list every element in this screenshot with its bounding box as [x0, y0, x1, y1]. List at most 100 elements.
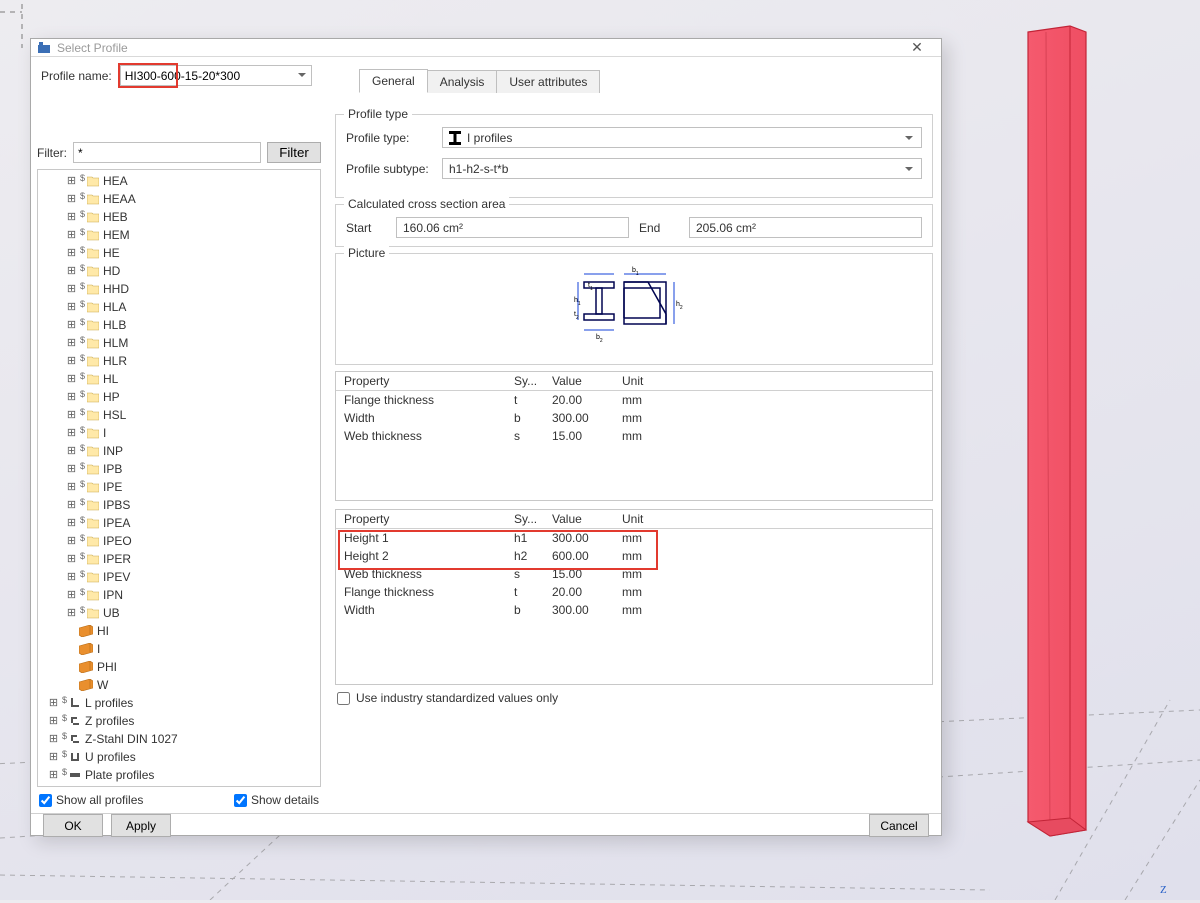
tree-item[interactable]: ⊞$I [38, 424, 320, 442]
expand-icon[interactable]: ⊞ [66, 320, 77, 331]
table-row[interactable]: Widthb300.00mm [336, 601, 932, 619]
table-row[interactable]: Height 2h2600.00mm [336, 547, 932, 565]
filter-button[interactable]: Filter [267, 142, 321, 163]
expand-icon[interactable]: ⊞ [48, 698, 59, 709]
tree-item[interactable]: I [38, 640, 320, 658]
profile-name-combo[interactable] [120, 65, 312, 86]
tree-item[interactable]: ⊞$HL [38, 370, 320, 388]
folder-icon [87, 319, 99, 331]
tree-item[interactable]: ⊞$IPB [38, 460, 320, 478]
tree-item[interactable]: ⊞$HLB [38, 316, 320, 334]
expand-icon[interactable]: ⊞ [66, 500, 77, 511]
tree-item[interactable]: ⊞$HD [38, 262, 320, 280]
table-row[interactable]: Web thicknesss15.00mm [336, 565, 932, 583]
tree-item[interactable]: ⊞$Z-Stahl DIN 1027 [38, 730, 320, 748]
tree-item[interactable]: ⊞$HSL [38, 406, 320, 424]
expand-icon[interactable]: ⊞ [66, 338, 77, 349]
tab-general[interactable]: General [359, 69, 428, 93]
tree-item[interactable]: ⊞$IPER [38, 550, 320, 568]
table-row[interactable]: Web thicknesss15.00mm [336, 427, 932, 445]
close-icon[interactable]: ✕ [899, 39, 935, 56]
expand-icon[interactable]: ⊞ [48, 752, 59, 763]
tree-item[interactable]: ⊞$IPN [38, 586, 320, 604]
expand-icon[interactable]: ⊞ [66, 374, 77, 385]
expand-icon[interactable]: ⊞ [66, 194, 77, 205]
tree-item[interactable]: ⊞$UB [38, 604, 320, 622]
expand-icon[interactable]: ⊞ [66, 230, 77, 241]
expand-icon[interactable]: ⊞ [66, 482, 77, 493]
tree-item[interactable]: ⊞$HEA [38, 172, 320, 190]
tree-item[interactable]: ⊞$L profiles [38, 694, 320, 712]
show-details-checkbox[interactable]: Show details [234, 793, 319, 807]
expand-icon[interactable]: ⊞ [66, 554, 77, 565]
expand-icon[interactable]: ⊞ [66, 284, 77, 295]
tree-item[interactable]: ⊞$IPE [38, 478, 320, 496]
show-details-cb-input[interactable] [234, 794, 247, 807]
tree-item[interactable]: ⊞$IPEA [38, 514, 320, 532]
table-header: PropertySy...ValueUnit [336, 372, 932, 391]
tree-item[interactable]: PHI [38, 658, 320, 676]
table-row[interactable]: Height 1h1300.00mm [336, 529, 932, 547]
ok-button[interactable]: OK [43, 814, 103, 837]
csa-start-label: Start [346, 221, 386, 235]
expand-icon[interactable]: ⊞ [48, 734, 59, 745]
tree-item[interactable]: ⊞$HLA [38, 298, 320, 316]
tree-item[interactable]: ⊞$HLM [38, 334, 320, 352]
tree-item[interactable]: W [38, 676, 320, 694]
tree-item[interactable]: ⊞$HE [38, 244, 320, 262]
show-all-profiles-cb-input[interactable] [39, 794, 52, 807]
tree-item[interactable]: ⊞$Plate profiles [38, 766, 320, 784]
expand-icon[interactable]: ⊞ [48, 770, 59, 781]
expand-icon[interactable]: ⊞ [66, 536, 77, 547]
profile-tree[interactable]: ⊞$HEA⊞$HEAA⊞$HEB⊞$HEM⊞$HE⊞$HD⊞$HHD⊞$HLA⊞… [37, 169, 321, 787]
tree-item[interactable]: ⊞$IPBS [38, 496, 320, 514]
svg-text:b2: b2 [596, 334, 603, 344]
expand-icon[interactable]: ⊞ [48, 716, 59, 727]
tree-item[interactable]: ⊞$HEM [38, 226, 320, 244]
filter-input[interactable] [73, 142, 261, 163]
tree-item[interactable]: ⊞$INP [38, 442, 320, 460]
tree-item[interactable]: ⊞$HEAA [38, 190, 320, 208]
apply-button[interactable]: Apply [111, 814, 171, 837]
expand-icon[interactable]: ⊞ [66, 464, 77, 475]
expand-icon[interactable]: ⊞ [66, 572, 77, 583]
tree-item[interactable]: HI [38, 622, 320, 640]
dialog-titlebar[interactable]: Select Profile ✕ [31, 39, 941, 57]
expand-icon[interactable]: ⊞ [66, 356, 77, 367]
expand-icon[interactable]: ⊞ [66, 518, 77, 529]
tree-item[interactable]: ⊞$Z profiles [38, 712, 320, 730]
expand-icon[interactable]: ⊞ [66, 176, 77, 187]
group-title-profile-type: Profile type [344, 107, 412, 121]
show-all-profiles-checkbox[interactable]: Show all profiles [39, 793, 143, 807]
profile-type-combo[interactable]: I profiles [442, 127, 922, 148]
show-details-label: Show details [251, 793, 319, 807]
expand-icon[interactable]: ⊞ [66, 302, 77, 313]
expand-icon[interactable]: ⊞ [66, 212, 77, 223]
tree-item[interactable]: ⊞$U profiles [38, 748, 320, 766]
expand-icon[interactable]: ⊞ [66, 410, 77, 421]
table-row[interactable]: Flange thicknesst20.00mm [336, 583, 932, 601]
expand-icon[interactable]: ⊞ [66, 608, 77, 619]
property-table-b[interactable]: PropertySy...ValueUnitHeight 1h1300.00mm… [335, 509, 933, 685]
tree-item[interactable]: ⊞$HEB [38, 208, 320, 226]
use-standardized-checkbox[interactable] [337, 692, 350, 705]
tab-analysis[interactable]: Analysis [427, 70, 498, 93]
expand-icon[interactable]: ⊞ [66, 590, 77, 601]
property-table-a[interactable]: PropertySy...ValueUnitFlange thicknesst2… [335, 371, 933, 501]
parametric-profile-icon [79, 679, 93, 691]
expand-icon[interactable]: ⊞ [66, 392, 77, 403]
tree-item[interactable]: ⊞$IPEV [38, 568, 320, 586]
expand-icon[interactable]: ⊞ [66, 266, 77, 277]
tree-item[interactable]: ⊞$IPEO [38, 532, 320, 550]
expand-icon[interactable]: ⊞ [66, 446, 77, 457]
expand-icon[interactable]: ⊞ [66, 428, 77, 439]
tree-item[interactable]: ⊞$HP [38, 388, 320, 406]
table-row[interactable]: Widthb300.00mm [336, 409, 932, 427]
cancel-button[interactable]: Cancel [869, 814, 929, 837]
tab-user-attributes[interactable]: User attributes [496, 70, 600, 93]
tree-item[interactable]: ⊞$HHD [38, 280, 320, 298]
expand-icon[interactable]: ⊞ [66, 248, 77, 259]
profile-subtype-combo[interactable]: h1-h2-s-t*b [442, 158, 922, 179]
tree-item[interactable]: ⊞$HLR [38, 352, 320, 370]
table-row[interactable]: Flange thicknesst20.00mm [336, 391, 932, 409]
